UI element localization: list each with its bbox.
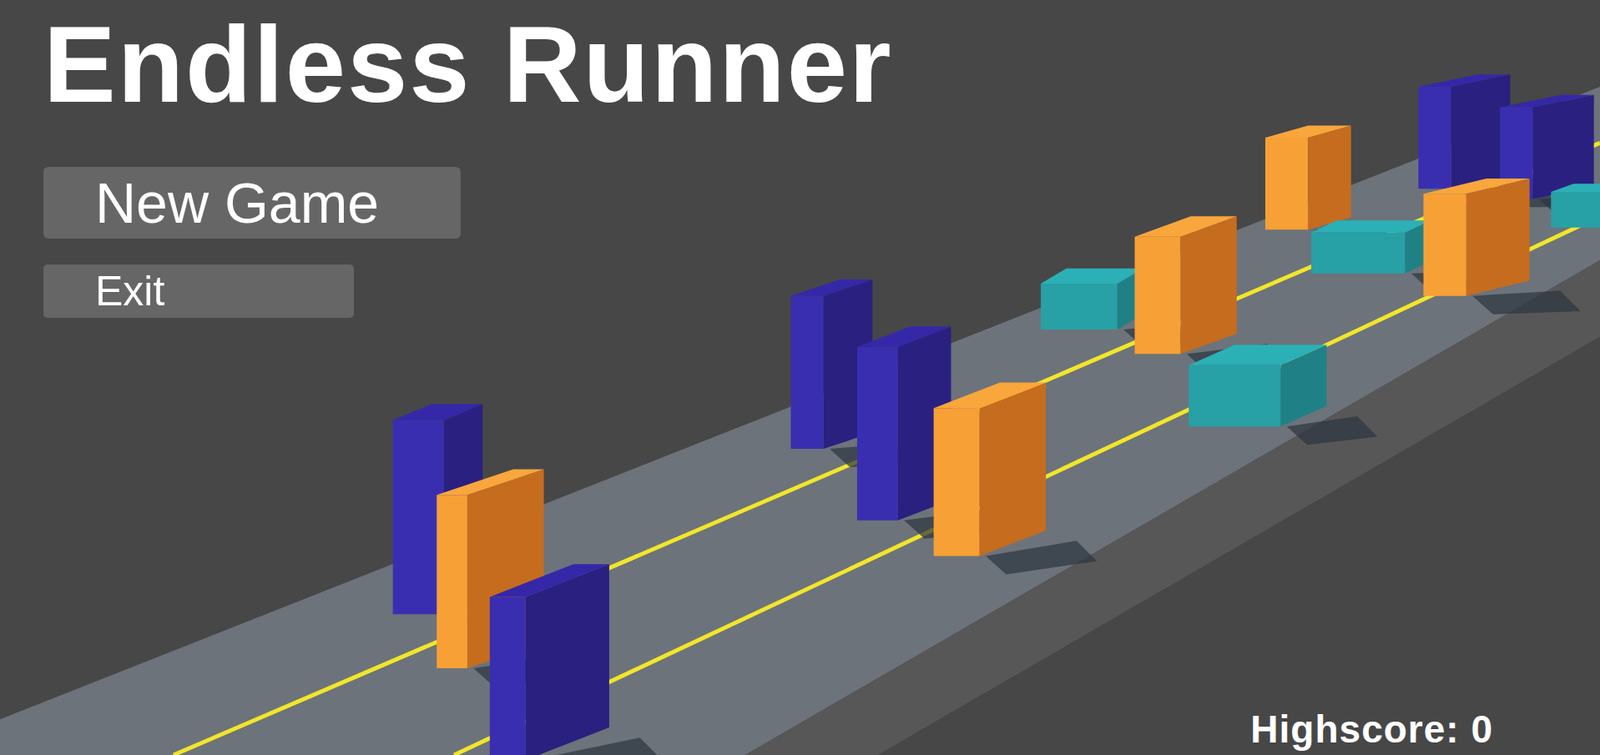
main-menu: New Game Exit [43, 166, 1600, 318]
obstacle-block [1423, 178, 1580, 315]
menu-button[interactable]: Exit [43, 264, 354, 318]
menu-button[interactable]: New Game [43, 166, 461, 239]
obstacle-block [1550, 183, 1600, 250]
game-screen: Endless Runner New Game Exit Highscore: 0 [0, 0, 1600, 755]
game-title: Endless Runner [43, 10, 1600, 119]
highscore: Highscore: 0 [1250, 710, 1494, 749]
obstacle-block [933, 383, 1098, 576]
obstacle-block [489, 564, 661, 755]
track [0, 86, 1600, 755]
obstacle-block [1188, 344, 1378, 445]
lane-line [454, 216, 1600, 755]
